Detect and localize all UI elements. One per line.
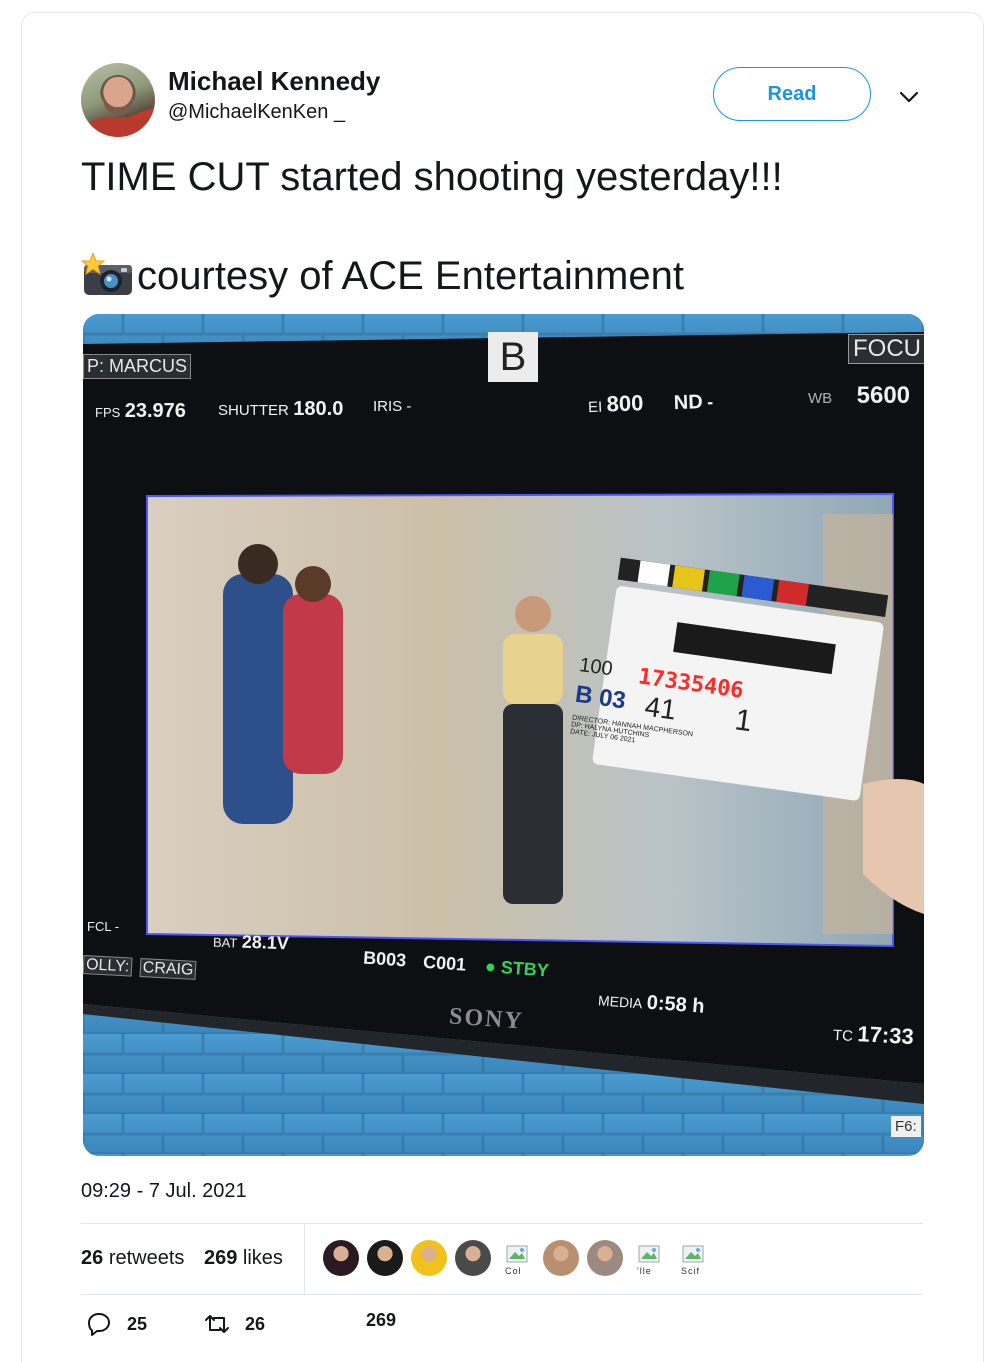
tc-value: 17:33 <box>856 1021 915 1050</box>
ei-label: EI <box>587 398 603 417</box>
dolly-tag-name: CRAIG <box>139 958 197 980</box>
broken-image-alt: Scif <box>681 1266 701 1276</box>
monitor-brand-logo: SONY <box>448 1003 525 1035</box>
ei-value: 800 <box>606 390 644 417</box>
author-avatar[interactable] <box>81 63 155 137</box>
avatar-face <box>103 77 133 115</box>
camera-with-flash-icon <box>80 251 135 299</box>
media-value: 0:58 h <box>646 991 706 1018</box>
tweet-photo[interactable]: P: MARCUS B FOCU FPS 23.976 SHUTTER 180.… <box>83 314 924 1156</box>
overlay-fcl: FCL - <box>87 919 119 934</box>
author-handle[interactable]: @MichaelKenKen _ <box>168 101 345 124</box>
divider <box>304 1224 305 1294</box>
liker-avatar-broken[interactable]: Scif <box>675 1240 711 1276</box>
retweet-button[interactable]: 26 <box>203 1310 265 1338</box>
shutter-value: 180.0 <box>293 398 344 420</box>
overlay-top-right-tag: FOCU <box>848 334 924 364</box>
like-button[interactable]: 269 <box>366 1310 396 1331</box>
overlay-shutter: SHUTTER 180.0 <box>218 398 343 421</box>
engagement-stats: 26 retweets 269 likes <box>81 1247 283 1270</box>
tweet-text-line1: TIME CUT started shooting yesterday!!! <box>81 155 783 199</box>
overlay-iris: IRIS - <box>373 398 411 415</box>
fcl-value: - <box>114 919 120 934</box>
liker-avatar-broken[interactable]: Col <box>499 1240 535 1276</box>
liker-avatar[interactable] <box>587 1240 623 1276</box>
overlay-battery: BAT 28.1V <box>212 931 290 955</box>
media-label: MEDIA <box>597 992 643 1012</box>
author-name[interactable]: Michael Kennedy <box>168 66 380 97</box>
likes-label: likes <box>242 1247 283 1269</box>
nd-label: ND <box>673 391 704 415</box>
dolly-tag-label: OLLY: <box>83 955 133 977</box>
reply-count: 25 <box>127 1313 148 1334</box>
slate-take: 1 <box>732 703 755 739</box>
clip-value: C001 <box>422 951 467 975</box>
shutter-label: SHUTTER <box>218 402 289 419</box>
wb-value: 5600 <box>856 382 911 409</box>
read-button[interactable]: Read <box>713 67 871 121</box>
overlay-wb: WB 5600 <box>808 382 910 410</box>
overlay-ei-nd: EI 800 ND - <box>588 388 714 418</box>
liker-avatars: Col 'lle Scif <box>323 1240 711 1280</box>
retweets-count: 26 <box>81 1247 104 1269</box>
status-value: STBY <box>500 957 550 981</box>
divider <box>81 1294 923 1295</box>
reply-button[interactable]: 25 <box>85 1310 147 1338</box>
broken-image-icon <box>506 1245 528 1263</box>
action-bar: 25 26 269 <box>81 1310 481 1350</box>
overlay-model-tag: F6: <box>891 1116 921 1137</box>
overlay-fps: FPS 23.976 <box>95 400 186 423</box>
wb-label: WB <box>808 390 833 407</box>
liker-avatar[interactable] <box>455 1240 491 1276</box>
overlay-camera-letter: B <box>488 332 538 382</box>
like-count: 269 <box>366 1310 397 1330</box>
broken-image-alt: 'lle <box>637 1266 652 1276</box>
fcl-label: FCL <box>87 919 112 934</box>
retweet-icon <box>205 1315 229 1333</box>
tc-label: TC <box>832 1026 854 1045</box>
status-dot-icon: ● <box>484 956 497 977</box>
bat-label: BAT <box>212 934 238 951</box>
retweets-stat[interactable]: 26 retweets <box>81 1247 184 1269</box>
bat-value: 28.1V <box>241 931 290 954</box>
retweet-count: 26 <box>245 1313 266 1334</box>
overlay-timecode: TC 17:33 <box>832 1020 914 1050</box>
liker-avatar[interactable] <box>323 1240 359 1276</box>
avatar-shirt <box>85 117 151 137</box>
retweets-label: retweets <box>108 1247 185 1269</box>
liker-avatar-broken[interactable]: 'lle <box>631 1240 667 1276</box>
fps-label: FPS <box>95 405 121 420</box>
reply-icon <box>88 1313 110 1336</box>
likes-stat[interactable]: 269 likes <box>204 1247 283 1269</box>
broken-image-alt: Col <box>505 1266 522 1276</box>
liker-avatar[interactable] <box>367 1240 403 1276</box>
likes-count: 269 <box>203 1247 238 1269</box>
nd-value: - <box>706 391 714 413</box>
broken-image-icon <box>682 1245 704 1263</box>
tweet-timestamp[interactable]: 09:29 - 7 Jul. 2021 <box>81 1180 247 1203</box>
iris-value: - <box>406 398 412 415</box>
tweet-text-line2: courtesy of ACE Entertainment <box>80 251 684 299</box>
divider <box>81 1223 923 1224</box>
fps-value: 23.976 <box>124 400 186 422</box>
reel-value: B003 <box>362 947 407 971</box>
liker-avatar[interactable] <box>543 1240 579 1276</box>
liker-avatar[interactable] <box>411 1240 447 1276</box>
overlay-top-left-tag: P: MARCUS <box>83 354 192 379</box>
iris-label: IRIS <box>373 398 403 415</box>
chevron-down-icon[interactable] <box>898 86 920 108</box>
slate-scene: 41 <box>642 690 679 726</box>
tweet-text-line2-label: courtesy of ACE Entertainment <box>137 253 684 298</box>
broken-image-icon <box>638 1245 660 1263</box>
